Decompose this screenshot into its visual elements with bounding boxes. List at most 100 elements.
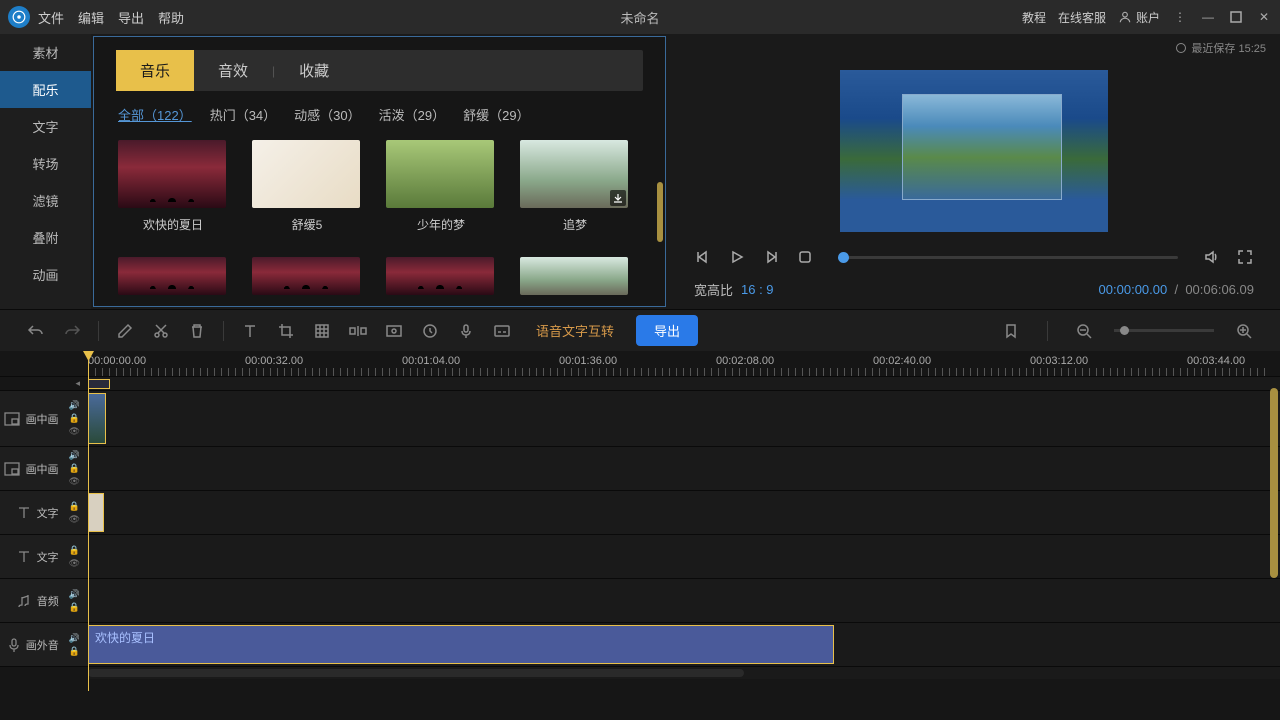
media-item[interactable]: 追梦: [520, 140, 630, 233]
track-pip2[interactable]: 画中画 🔊🔒👁: [0, 447, 1280, 491]
link-support[interactable]: 在线客服: [1058, 9, 1106, 26]
zoom-slider[interactable]: [1114, 329, 1214, 332]
track-label: 画中画: [26, 461, 59, 477]
volume-button[interactable]: [1202, 248, 1220, 266]
sidebar-item-material[interactable]: 素材: [0, 34, 91, 71]
playhead[interactable]: [88, 351, 89, 691]
tab-music[interactable]: 音乐: [116, 50, 194, 91]
fullscreen-button[interactable]: [1236, 248, 1254, 266]
cut-button[interactable]: [145, 315, 177, 347]
media-scrollbar[interactable]: [657, 182, 663, 242]
clip[interactable]: [88, 379, 110, 389]
download-icon[interactable]: [610, 190, 626, 206]
clock-icon: [1176, 43, 1186, 53]
media-item[interactable]: 舒缓5: [252, 140, 362, 233]
audio-clip[interactable]: 欢快的夏日: [88, 625, 834, 664]
edit-toolbar: 语音文字互转 导出: [0, 309, 1280, 351]
freeze-button[interactable]: [378, 315, 410, 347]
stop-button[interactable]: [796, 248, 814, 266]
menu-edit[interactable]: 编辑: [78, 8, 104, 27]
tab-favorites[interactable]: 收藏: [275, 50, 353, 91]
aspect-value[interactable]: 16 : 9: [741, 282, 774, 297]
timeline-hscroll[interactable]: [88, 667, 1280, 679]
next-frame-button[interactable]: [762, 248, 780, 266]
sidebar-item-transition[interactable]: 转场: [0, 145, 91, 182]
media-item[interactable]: 少年的梦: [386, 140, 496, 233]
voice-to-text-button[interactable]: 语音文字互转: [536, 321, 614, 340]
media-grid: 欢快的夏日 舒缓5 少年的梦 追梦: [94, 132, 665, 303]
edit-button[interactable]: [109, 315, 141, 347]
text-tool-button[interactable]: [234, 315, 266, 347]
window-title: 未命名: [620, 8, 659, 27]
sidebar-item-overlay[interactable]: 叠附: [0, 219, 91, 256]
track-label: 音频: [37, 593, 59, 609]
menu-file[interactable]: 文件: [38, 8, 64, 27]
maximize-button[interactable]: [1228, 9, 1244, 25]
mosaic-button[interactable]: [306, 315, 338, 347]
filter-soothing[interactable]: 舒缓（29）: [463, 105, 529, 124]
hscroll-thumb[interactable]: [88, 669, 744, 677]
caption-button[interactable]: [486, 315, 518, 347]
delete-button[interactable]: [181, 315, 213, 347]
clip[interactable]: [88, 493, 104, 532]
media-thumb: [386, 257, 494, 295]
media-tabs: 音乐 音效 | 收藏: [116, 50, 643, 91]
voiceover-button[interactable]: [450, 315, 482, 347]
close-button[interactable]: ✕: [1256, 9, 1272, 25]
track-audio[interactable]: 音频 🔊🔒: [0, 579, 1280, 623]
track-voiceover[interactable]: 画外音 🔊🔒 欢快的夏日: [0, 623, 1280, 667]
filter-lively[interactable]: 活泼（29）: [379, 105, 445, 124]
account-label[interactable]: 账户: [1136, 9, 1160, 26]
track-text1[interactable]: 文字 🔒👁: [0, 491, 1280, 535]
timeline-ruler[interactable]: 00:00:00.00 00:00:32.00 00:01:04.00 00:0…: [0, 351, 1280, 377]
track-pip1[interactable]: 画中画 🔊🔒👁: [0, 391, 1280, 447]
play-button[interactable]: [728, 248, 746, 266]
media-item[interactable]: [252, 257, 362, 295]
export-button[interactable]: 导出: [636, 315, 698, 346]
zoom-in-button[interactable]: [1228, 315, 1260, 347]
video-overlay: [902, 94, 1062, 200]
ruler-mark: 00:03:12.00: [1030, 355, 1088, 367]
sidebar-item-filter[interactable]: 滤镜: [0, 182, 91, 219]
preview-video[interactable]: [668, 62, 1280, 240]
marker-button[interactable]: [995, 315, 1027, 347]
zoom-out-button[interactable]: [1068, 315, 1100, 347]
sidebar-item-animation[interactable]: 动画: [0, 256, 91, 293]
sidebar-item-music[interactable]: 配乐: [0, 71, 91, 108]
filter-all[interactable]: 全部（122）: [118, 105, 192, 124]
filter-dynamic[interactable]: 动感（30）: [294, 105, 360, 124]
menu-help[interactable]: 帮助: [158, 8, 184, 27]
track-text2[interactable]: 文字 🔒👁: [0, 535, 1280, 579]
aspect-label: 宽高比: [694, 280, 733, 299]
redo-button[interactable]: [56, 315, 88, 347]
track-label: 画外音: [26, 637, 59, 653]
tracks: ◂ 画中画 🔊🔒👁 画中画 🔊🔒👁 文字 🔒👁: [0, 377, 1280, 667]
duration-button[interactable]: [414, 315, 446, 347]
ruler-mark: 00:00:32.00: [245, 355, 303, 367]
media-item[interactable]: [520, 257, 630, 295]
progress-bar[interactable]: [838, 256, 1178, 259]
crop-button[interactable]: [270, 315, 302, 347]
more-icon[interactable]: ⋮: [1172, 9, 1188, 25]
media-item[interactable]: [386, 257, 496, 295]
timeline-vscroll[interactable]: [1270, 388, 1278, 578]
sidebar-item-text[interactable]: 文字: [0, 108, 91, 145]
progress-handle[interactable]: [838, 252, 849, 263]
filter-hot[interactable]: 热门（34）: [210, 105, 276, 124]
split-button[interactable]: [342, 315, 374, 347]
clip[interactable]: [88, 393, 106, 444]
media-item[interactable]: [118, 257, 228, 295]
zoom-handle[interactable]: [1120, 326, 1129, 335]
undo-button[interactable]: [20, 315, 52, 347]
media-item[interactable]: 欢快的夏日: [118, 140, 228, 233]
main-menu: 文件 编辑 导出 帮助: [38, 8, 184, 27]
link-tutorial[interactable]: 教程: [1022, 9, 1046, 26]
ruler-mark: 00:01:04.00: [402, 355, 460, 367]
menu-export[interactable]: 导出: [118, 8, 144, 27]
prev-frame-button[interactable]: [694, 248, 712, 266]
video-frame: [840, 70, 1108, 232]
tab-sfx[interactable]: 音效: [194, 50, 272, 91]
track-collapsed[interactable]: ◂: [0, 377, 1280, 391]
time-current: 00:00:00.00: [1099, 282, 1168, 297]
minimize-button[interactable]: —: [1200, 9, 1216, 25]
